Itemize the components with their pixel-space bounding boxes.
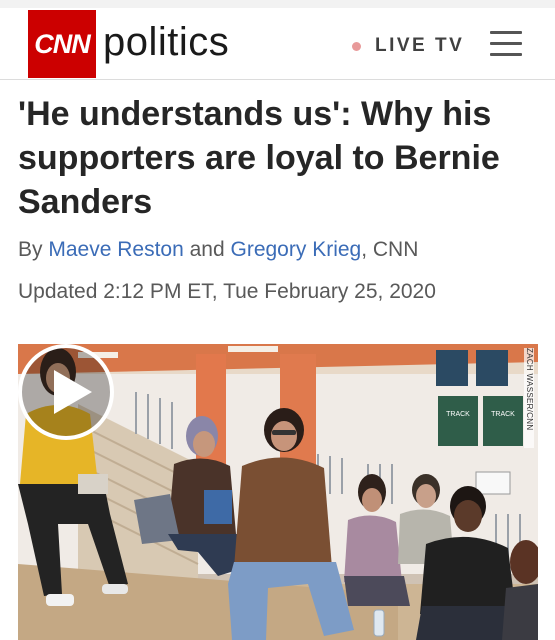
logo-text: CNN [34,28,90,59]
hamburger-menu-icon[interactable] [490,29,522,59]
cnn-logo[interactable]: CNN [28,10,96,78]
byline-prefix: By [18,238,43,261]
live-tv-label: LIVE TV [375,35,465,56]
section-name[interactable]: politics [103,20,229,65]
byline-suffix: , CNN [361,238,419,261]
top-strip [0,0,555,8]
banner-text-1: TRACK [446,411,470,418]
video-player[interactable]: TRACK TRACK ZACH WASSER/CNN [18,344,538,640]
banner-text-2: TRACK [491,411,515,418]
photo-credit: ZACH WASSER/CNN [524,348,534,448]
live-tv-link[interactable]: LIVE TV [352,34,464,58]
byline-and: and [189,238,225,261]
updated-timestamp: Updated 2:12 PM ET, Tue February 25, 202… [18,280,436,303]
byline: By Maeve Reston and Gregory Krieg, CNN [18,238,418,262]
author-link-1[interactable]: Maeve Reston [48,238,183,261]
article-headline: 'He understands us': Why his supporters … [18,95,500,221]
author-link-2[interactable]: Gregory Krieg [231,238,362,261]
site-header: CNN politics LIVE TV [0,8,555,80]
play-icon[interactable] [18,344,114,440]
live-dot-icon [352,41,361,51]
